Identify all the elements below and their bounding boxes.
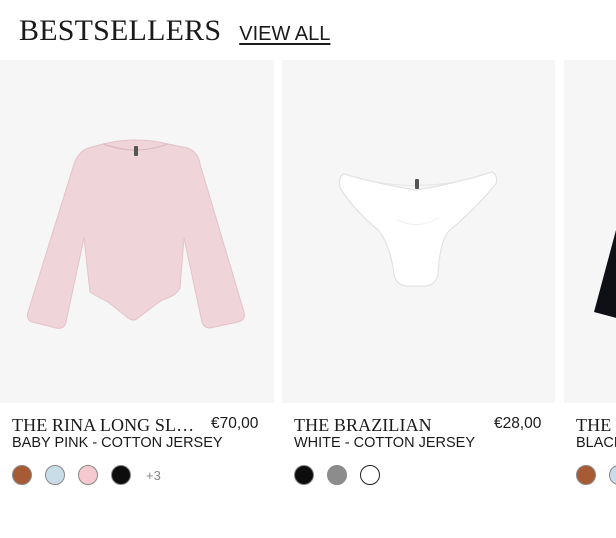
swatch-baby-pink[interactable]: [78, 465, 98, 485]
product-price: €70,00: [211, 415, 259, 432]
color-swatches: [294, 465, 393, 485]
swatch-white-selected[interactable]: [360, 465, 380, 485]
section-header: BESTSELLERS VIEW ALL: [19, 14, 330, 48]
color-swatches: [576, 465, 616, 485]
product-card-partial[interactable]: THE BLACK: [564, 60, 616, 538]
swatch-brown[interactable]: [576, 465, 596, 485]
view-all-link[interactable]: VIEW ALL: [239, 23, 330, 46]
product-variant: BABY PINK - COTTON JERSEY: [12, 435, 223, 451]
swatch-grey[interactable]: [327, 465, 347, 485]
product-variant: BLACK: [576, 435, 616, 451]
swatch-brown[interactable]: [12, 465, 32, 485]
product-name[interactable]: THE BRAZILIAN: [294, 415, 432, 436]
product-price: €28,00: [494, 415, 542, 432]
swatch-black[interactable]: [294, 465, 314, 485]
white-brief-image: [338, 171, 498, 287]
product-image[interactable]: [282, 60, 555, 403]
swatch-light-blue[interactable]: [45, 465, 65, 485]
black-garment-image: [594, 230, 616, 318]
product-image[interactable]: [0, 60, 274, 403]
swatch-light-blue[interactable]: [609, 465, 616, 485]
product-name[interactable]: THE: [576, 415, 611, 436]
pink-long-sleeve-top-image: [27, 139, 245, 329]
more-colors-count[interactable]: +3: [146, 468, 161, 483]
product-image[interactable]: [564, 60, 616, 403]
product-name[interactable]: THE RINA LONG SL…: [12, 415, 194, 436]
swatch-black[interactable]: [111, 465, 131, 485]
product-variant: WHITE - COTTON JERSEY: [294, 435, 475, 451]
color-swatches: +3: [12, 465, 161, 485]
section-title: BESTSELLERS: [19, 14, 222, 47]
